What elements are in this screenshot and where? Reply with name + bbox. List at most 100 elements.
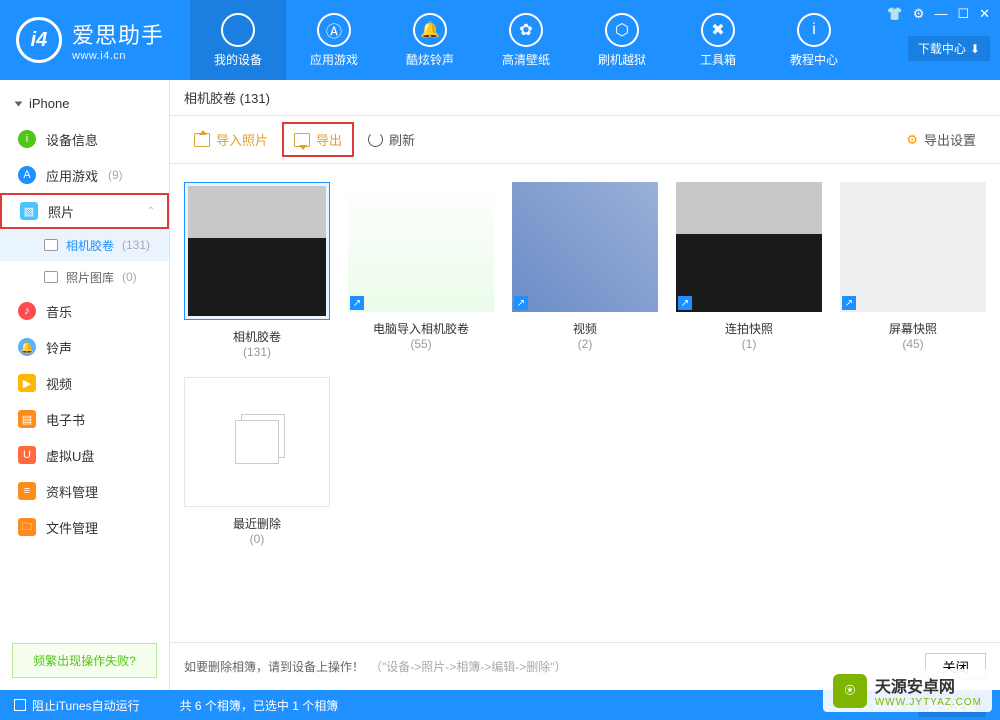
gear-icon: ⚙ xyxy=(906,132,918,148)
album-thumb: ↗ xyxy=(840,182,986,312)
album-count: (0) xyxy=(184,532,330,546)
watermark: ⍟ 天源安卓网 WWW.JYTYAZ.COM xyxy=(823,669,992,712)
refresh-icon xyxy=(368,132,383,147)
export-settings-button[interactable]: ⚙ 导出设置 xyxy=(896,124,986,155)
header-right: 👕 ⚙ — ☐ ✕ 下载中心 ⬇ xyxy=(880,0,1000,80)
breadcrumb: 相机胶卷 (131) xyxy=(170,80,1000,116)
sidebar-item-label: 文件管理 xyxy=(46,518,98,537)
album-title: 屏幕快照 xyxy=(840,320,986,337)
export-icon xyxy=(294,133,310,147)
album-thumb: ↗ xyxy=(676,182,822,312)
watermark-sub: WWW.JYTYAZ.COM xyxy=(875,697,982,708)
status-summary: 共 6 个相簿，已选中 1 个相簿 xyxy=(180,697,339,714)
chevron-down-icon xyxy=(15,101,23,106)
sidebar-item-music[interactable]: ♪ 音乐 xyxy=(0,293,169,329)
album-card-recently-deleted[interactable]: 最近删除 (0) xyxy=(184,377,330,546)
sidebar-item-files[interactable]: 🗀 文件管理 xyxy=(0,509,169,545)
sidebar-item-count: (9) xyxy=(108,168,123,182)
apps-icon: A xyxy=(18,166,36,184)
album-grid: 相机胶卷 (131) ↗ 电脑导入相机胶卷 (55) ↗ 视频 (2) ↗ 连拍… xyxy=(170,164,1000,642)
nav-apps[interactable]: Ⓐ 应用游戏 xyxy=(286,0,382,80)
nav-wallpapers[interactable]: ✿ 高清壁纸 xyxy=(478,0,574,80)
sidebar-item-photos[interactable]: ▧ 照片 ⌃ xyxy=(0,193,169,229)
sidebar-item-udisk[interactable]: U 虚拟U盘 xyxy=(0,437,169,473)
sidebar-item-label: 设备信息 xyxy=(46,130,98,149)
chevron-icon: ⌃ xyxy=(147,206,155,217)
sidebar-item-data[interactable]: ≡ 资料管理 xyxy=(0,473,169,509)
flower-icon: ✿ xyxy=(509,13,543,47)
device-name: iPhone xyxy=(29,96,69,111)
maximize-icon[interactable]: ☐ xyxy=(957,6,969,22)
content-area: 相机胶卷 (131) 导入照片 导出 刷新 ⚙ 导出设置 xyxy=(170,80,1000,690)
sidebar-sub-camera-roll[interactable]: 相机胶卷 (131) xyxy=(0,229,169,261)
sidebar-item-label: 音乐 xyxy=(46,302,72,321)
refresh-button[interactable]: 刷新 xyxy=(358,124,425,155)
album-card-videos[interactable]: ↗ 视频 (2) xyxy=(512,182,658,359)
folder-icon: 🗀 xyxy=(18,518,36,536)
app-header: i4 爱思助手 www.i4.cn 我的设备 Ⓐ 应用游戏 🔔 酷炫铃声 ✿ 高… xyxy=(0,0,1000,80)
album-count: (55) xyxy=(348,337,494,351)
shortcut-icon: ↗ xyxy=(678,296,692,310)
album-title: 视频 xyxy=(512,320,658,337)
album-title: 相机胶卷 xyxy=(184,328,330,345)
album-card-imported[interactable]: ↗ 电脑导入相机胶卷 (55) xyxy=(348,182,494,359)
brand-subtitle: www.i4.cn xyxy=(72,50,164,62)
watermark-name: 天源安卓网 xyxy=(875,673,982,697)
itunes-checkbox[interactable] xyxy=(14,699,26,711)
sidebar-sub-photo-library[interactable]: 照片图库 (0) xyxy=(0,261,169,293)
nav-label: 高清壁纸 xyxy=(502,51,550,68)
close-icon[interactable]: ✕ xyxy=(979,6,990,22)
sidebar-item-video[interactable]: ▶ 视频 xyxy=(0,365,169,401)
download-icon: ⬇ xyxy=(970,42,980,56)
nav-label: 我的设备 xyxy=(214,51,262,68)
export-settings-label: 导出设置 xyxy=(924,130,976,149)
export-button[interactable]: 导出 xyxy=(282,122,354,157)
import-button[interactable]: 导入照片 xyxy=(184,124,278,155)
nav-jailbreak[interactable]: ⬡ 刷机越狱 xyxy=(574,0,670,80)
nav-label: 工具箱 xyxy=(700,51,736,68)
nav-my-device[interactable]: 我的设备 xyxy=(190,0,286,80)
apple-icon xyxy=(221,13,255,47)
data-icon: ≡ xyxy=(18,482,36,500)
watermark-logo-icon: ⍟ xyxy=(833,674,867,708)
sidebar-item-label: 电子书 xyxy=(46,410,85,429)
nav-toolbox[interactable]: ✖ 工具箱 xyxy=(670,0,766,80)
help-link[interactable]: 频繁出现操作失败? xyxy=(12,643,157,678)
nav-ringtones[interactable]: 🔔 酷炫铃声 xyxy=(382,0,478,80)
device-selector[interactable]: iPhone xyxy=(0,86,169,121)
shortcut-icon: ↗ xyxy=(842,296,856,310)
shortcut-icon: ↗ xyxy=(350,296,364,310)
music-icon: ♪ xyxy=(18,302,36,320)
main-area: iPhone i 设备信息 A 应用游戏 (9) ▧ 照片 ⌃ 相机胶卷 (13… xyxy=(0,80,1000,690)
settings-icon[interactable]: ⚙ xyxy=(913,6,925,22)
album-card-camera-roll[interactable]: 相机胶卷 (131) xyxy=(184,182,330,359)
brand: i4 爱思助手 www.i4.cn xyxy=(0,0,190,80)
download-center-button[interactable]: 下载中心 ⬇ xyxy=(908,36,990,61)
sidebar-item-label: 虚拟U盘 xyxy=(46,446,94,465)
album-title: 电脑导入相机胶卷 xyxy=(348,320,494,337)
download-center-label: 下载中心 xyxy=(918,40,966,57)
sidebar-sub-count: (131) xyxy=(122,238,150,252)
album-thumb: ↗ xyxy=(348,182,494,312)
footer-note-text: 如要删除相簿，请到设备上操作！ xyxy=(184,658,364,675)
skin-icon[interactable]: 👕 xyxy=(887,6,903,22)
window-controls: 👕 ⚙ — ☐ ✕ xyxy=(887,6,990,22)
album-card-screenshots[interactable]: ↗ 屏幕快照 (45) xyxy=(840,182,986,359)
sidebar-item-apps[interactable]: A 应用游戏 (9) xyxy=(0,157,169,193)
toolbar: 导入照片 导出 刷新 ⚙ 导出设置 xyxy=(170,116,1000,164)
sidebar-item-ebooks[interactable]: ▤ 电子书 xyxy=(0,401,169,437)
sidebar-sub-count: (0) xyxy=(122,270,137,284)
sidebar-item-device-info[interactable]: i 设备信息 xyxy=(0,121,169,157)
nav-tutorials[interactable]: i 教程中心 xyxy=(766,0,862,80)
tools-icon: ✖ xyxy=(701,13,735,47)
sidebar-item-label: 应用游戏 xyxy=(46,166,98,185)
sidebar-item-label: 视频 xyxy=(46,374,72,393)
info-icon: i xyxy=(18,130,36,148)
book-icon: ▤ xyxy=(18,410,36,428)
album-card-burst[interactable]: ↗ 连拍快照 (1) xyxy=(676,182,822,359)
export-label: 导出 xyxy=(316,130,342,149)
sidebar: iPhone i 设备信息 A 应用游戏 (9) ▧ 照片 ⌃ 相机胶卷 (13… xyxy=(0,80,170,690)
sidebar-item-ringtones[interactable]: 🔔 铃声 xyxy=(0,329,169,365)
minimize-icon[interactable]: — xyxy=(934,6,947,22)
import-icon xyxy=(194,133,210,147)
